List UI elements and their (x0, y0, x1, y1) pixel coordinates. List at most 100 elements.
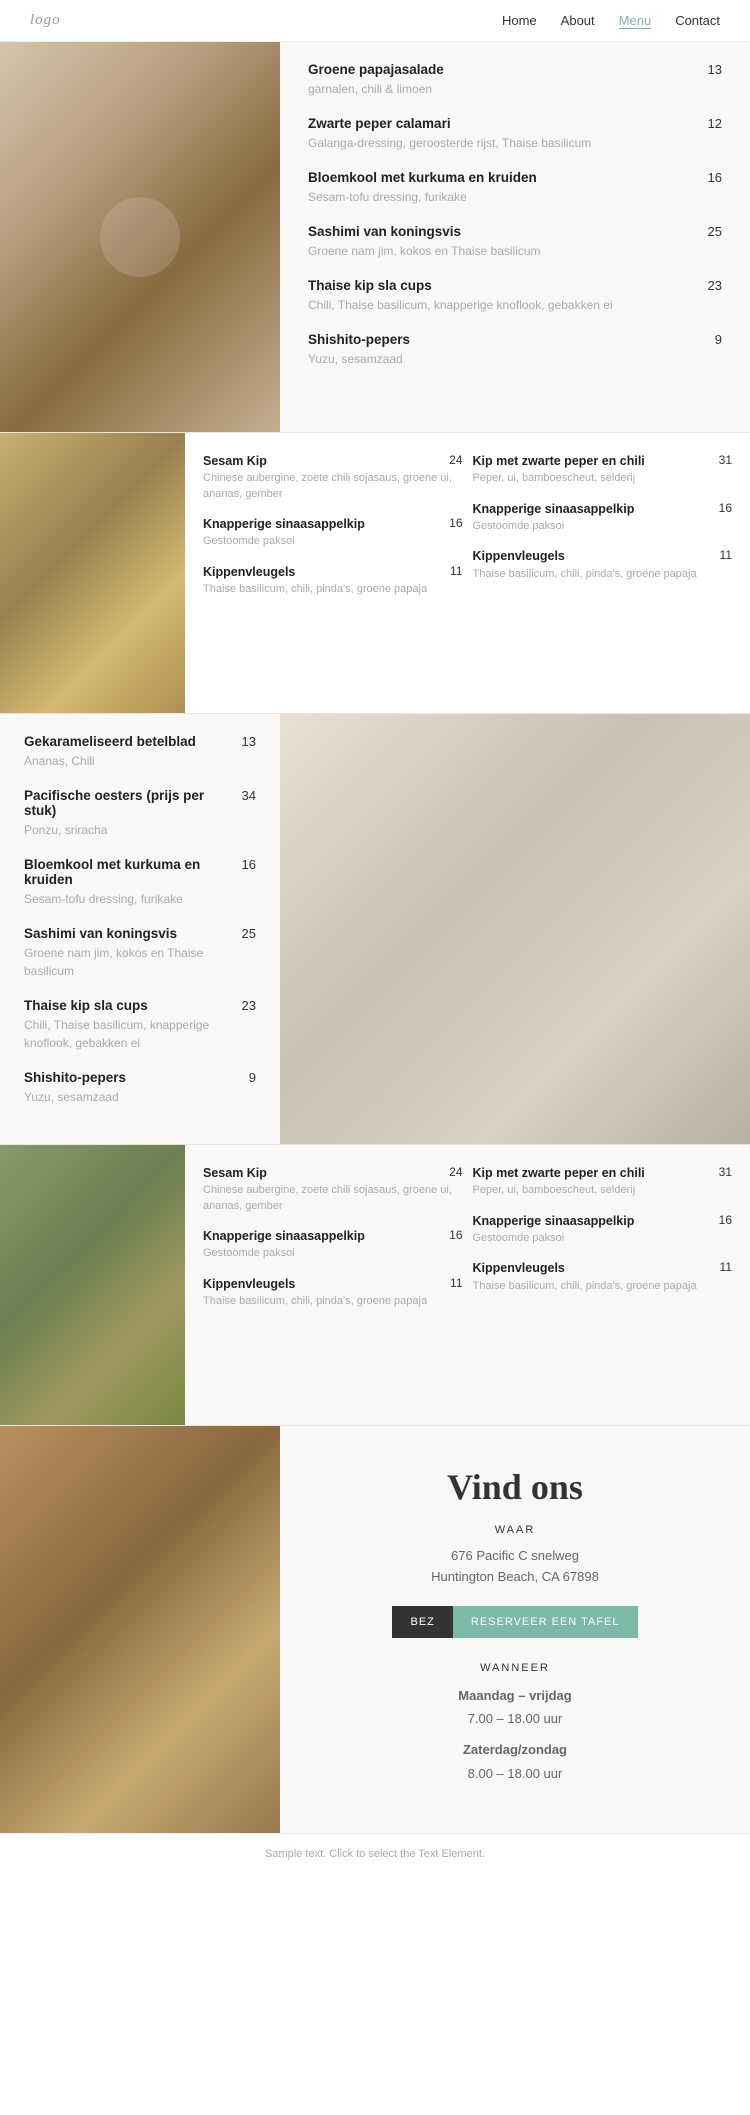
menu-item-price: 24 (449, 453, 462, 469)
menu-item-price: 16 (708, 170, 722, 185)
menu-item-price: 16 (242, 857, 256, 872)
menu-item-name: Knapperige sinaasappelkip (473, 1213, 635, 1229)
hours-entry: Zaterdag/zondag8.00 – 18.00 uur (458, 1738, 571, 1785)
menu-item-price: 25 (708, 224, 722, 239)
menu-item-name: Bloemkool met kurkuma en kruiden (308, 170, 537, 185)
menu-item-price: 34 (242, 788, 256, 803)
menu-col-left-1: Sesam Kip 24 Chinese aubergine, zoete ch… (203, 453, 463, 693)
menu-item: Knapperige sinaasappelkip 16 Gestoomde p… (203, 516, 463, 550)
menu-item: Pacifische oesters (prijs per stuk) 34 P… (24, 788, 256, 839)
menu-item-price: 23 (242, 998, 256, 1013)
menu-item-name: Shishito-pepers (308, 332, 410, 347)
findus-title: Vind ons (447, 1466, 583, 1508)
menu-item-price: 9 (249, 1070, 256, 1085)
menu-item-desc: Thaise basilicum, chili, pinda's, groene… (473, 1279, 733, 1294)
section-three: Gekarameliseerd betelblad 13 Ananas, Chi… (0, 714, 750, 1144)
menu-item: Gekarameliseerd betelblad 13 Ananas, Chi… (24, 734, 256, 770)
menu-item-desc: Thaise basilicum, chili, pinda's, groene… (203, 582, 463, 597)
visit-button[interactable]: BEZ (392, 1606, 452, 1638)
menu-item: Groene papajasalade 13 garnalen, chili &… (308, 62, 722, 98)
menu-item-price: 9 (715, 332, 722, 347)
menu-item: Sashimi van koningsvis 25 Groene nam jim… (308, 224, 722, 260)
food-image-2 (0, 433, 185, 713)
menu-item-price: 31 (719, 1165, 732, 1181)
section-four: Sesam Kip 24 Chinese aubergine, zoete ch… (0, 1145, 750, 1425)
menu-item-name: Knapperige sinaasappelkip (203, 516, 365, 532)
menu-item-name: Sesam Kip (203, 453, 267, 469)
menu-col-left-2: Sesam Kip 24 Chinese aubergine, zoete ch… (203, 1165, 463, 1405)
menu-item-price: 16 (449, 516, 462, 532)
menu-item-name: Bloemkool met kurkuma en kruiden (24, 857, 221, 887)
menu-item-price: 11 (450, 1276, 462, 1292)
menu-item-price: 11 (720, 548, 732, 564)
menu-item: Zwarte peper calamari 12 Galanga-dressin… (308, 116, 722, 152)
menu-item: Shishito-pepers 9 Yuzu, sesamzaad (24, 1070, 256, 1106)
menu-item-desc: Gestoomde paksoi (203, 1246, 463, 1261)
hero-image (0, 42, 280, 432)
menu-item: Knapperige sinaasappelkip 16 Gestoomde p… (473, 501, 733, 535)
menu-item-name: Shishito-pepers (24, 1070, 126, 1085)
menu-two-col-2: Sesam Kip 24 Chinese aubergine, zoete ch… (185, 1145, 750, 1425)
menu-item: Thaise kip sla cups 23 Chili, Thaise bas… (24, 998, 256, 1052)
findus-content: Vind ons WAAR 676 Pacific C snelweg Hunt… (280, 1426, 750, 1833)
menu-item-name: Knapperige sinaasappelkip (473, 501, 635, 517)
menu-item-name: Kip met zwarte peper en chili (473, 1165, 645, 1181)
menu-item-desc: Yuzu, sesamzaad (24, 1088, 256, 1106)
menu-item-name: Sashimi van koningsvis (308, 224, 461, 239)
menu-item-name: Knapperige sinaasappelkip (203, 1228, 365, 1244)
menu-item: Knapperige sinaasappelkip 16 Gestoomde p… (473, 1213, 733, 1247)
menu-item-desc: Peper, ui, bamboescheut, selderij (473, 471, 733, 486)
menu-item-desc: Galanga-dressing, geroosterde rijst, Tha… (308, 134, 722, 152)
menu-two-col-1: Sesam Kip 24 Chinese aubergine, zoete ch… (185, 433, 750, 713)
nav-about[interactable]: About (561, 13, 595, 29)
menu-item-name: Sesam Kip (203, 1165, 267, 1181)
menu-item-desc: Gestoomde paksoi (203, 534, 463, 549)
nav-menu[interactable]: Menu (619, 13, 652, 29)
menu-item-desc: Ananas, Chili (24, 752, 256, 770)
menu-item-desc: Thaise basilicum, chili, pinda's, groene… (203, 1294, 463, 1309)
menu-item-price: 16 (719, 1213, 732, 1229)
menu-item-desc: Groene nam jim, kokos en Thaise basilicu… (308, 242, 722, 260)
menu-item-name: Kippenvleugels (473, 1260, 565, 1276)
menu-item-name: Gekarameliseerd betelblad (24, 734, 196, 749)
menu-item-price: 16 (449, 1228, 462, 1244)
menu-item-name: Thaise kip sla cups (24, 998, 148, 1013)
menu-item: Thaise kip sla cups 23 Chili, Thaise bas… (308, 278, 722, 314)
menu-item: Kippenvleugels 11 Thaise basilicum, chil… (473, 548, 733, 582)
reserve-button[interactable]: RESERVEER EEN TAFEL (453, 1606, 638, 1638)
menu-item-price: 11 (450, 564, 462, 580)
menu-left-1: Gekarameliseerd betelblad 13 Ananas, Chi… (0, 714, 280, 1144)
menu-item: Kip met zwarte peper en chili 31 Peper, … (473, 453, 733, 487)
menu-item-desc: garnalen, chili & limoen (308, 80, 722, 98)
menu-item: Sesam Kip 24 Chinese aubergine, zoete ch… (203, 453, 463, 502)
menu-item-desc: Chinese aubergine, zoete chili sojasaus,… (203, 471, 463, 502)
findus-address: 676 Pacific C snelweg Huntington Beach, … (431, 1546, 599, 1588)
findus-hours: Maandag – vrijdag7.00 – 18.00 uurZaterda… (458, 1684, 571, 1794)
logo[interactable]: logo (30, 12, 61, 29)
navigation: logo Home About Menu Contact (0, 0, 750, 42)
menu-item-price: 31 (719, 453, 732, 469)
menu-col-right-2: Kip met zwarte peper en chili 31 Peper, … (473, 1165, 733, 1405)
menu-item-desc: Thaise basilicum, chili, pinda's, groene… (473, 567, 733, 582)
menu-item: Kippenvleugels 11 Thaise basilicum, chil… (203, 564, 463, 598)
menu-item-price: 11 (720, 1260, 732, 1276)
outdoor-image (0, 1145, 185, 1425)
findus-when-label: WANNEER (480, 1662, 550, 1674)
menu-item-desc: Sesam-tofu dressing, furikake (24, 890, 256, 908)
findus-buttons: BEZ RESERVEER EEN TAFEL (392, 1606, 637, 1638)
nav-contact[interactable]: Contact (675, 13, 720, 29)
menu-item: Shishito-pepers 9 Yuzu, sesamzaad (308, 332, 722, 368)
menu-item-name: Kippenvleugels (203, 564, 295, 580)
menu-item-name: Pacifische oesters (prijs per stuk) (24, 788, 221, 818)
menu-item-name: Thaise kip sla cups (308, 278, 432, 293)
menu-item-desc: Peper, ui, bamboescheut, selderij (473, 1183, 733, 1198)
menu-item: Kippenvleugels 11 Thaise basilicum, chil… (473, 1260, 733, 1294)
menu-block-1: Groene papajasalade 13 garnalen, chili &… (280, 42, 750, 432)
menu-item-price: 24 (449, 1165, 462, 1181)
people-image (0, 1426, 280, 1833)
menu-item-name: Zwarte peper calamari (308, 116, 451, 131)
menu-item-desc: Chili, Thaise basilicum, knapperige knof… (24, 1016, 256, 1052)
menu-item: Kip met zwarte peper en chili 31 Peper, … (473, 1165, 733, 1199)
nav-home[interactable]: Home (502, 13, 537, 29)
table-image (280, 714, 750, 1144)
